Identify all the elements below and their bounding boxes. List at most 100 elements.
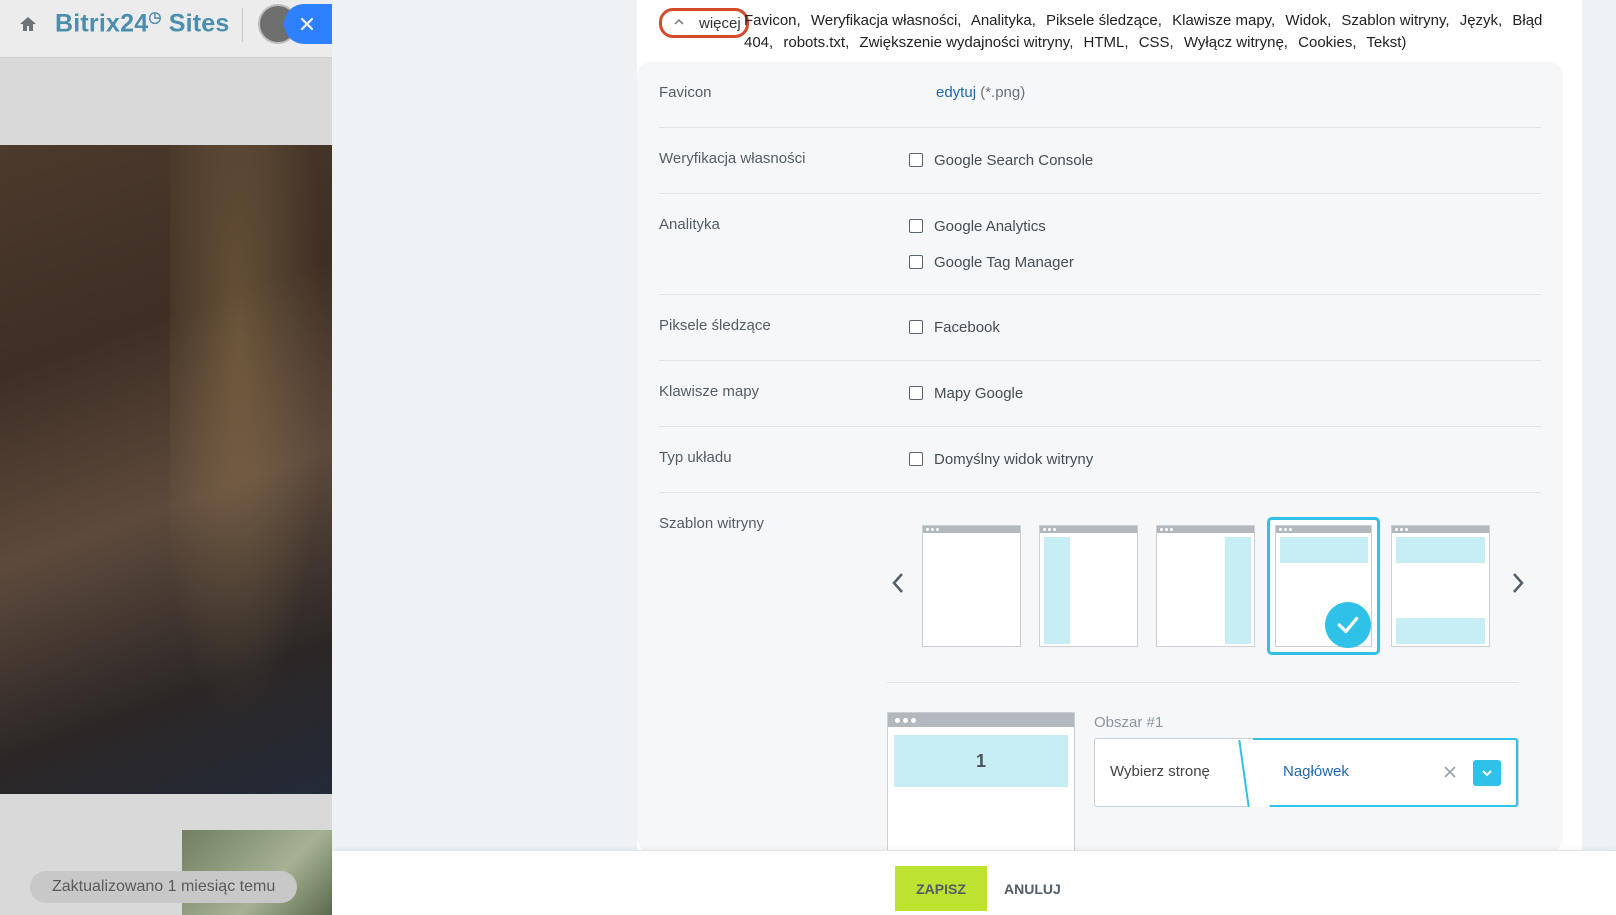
checkbox-google-tag-manager[interactable]: Google Tag Manager xyxy=(909,252,1074,272)
checkbox[interactable] xyxy=(909,255,923,269)
template-sidebar-block xyxy=(1225,537,1251,644)
checkbox-label: Google Analytics xyxy=(934,217,1046,235)
favicon-value: edytuj (*.png) xyxy=(936,84,1025,101)
layout-type-row: Typ układu Domyślny widok witryny xyxy=(659,427,1541,493)
summary-item: robots.txt, xyxy=(783,34,850,51)
summary-item: Wyłącz witrynę, xyxy=(1183,34,1288,51)
analytics-label: Analityka xyxy=(659,216,720,233)
window-dots-icon xyxy=(1279,528,1295,531)
layout-type-options: Domyślny widok witryny xyxy=(909,449,1093,485)
area-label: Obszar #1 xyxy=(1094,714,1164,731)
selected-page-chip[interactable]: Nagłówek xyxy=(1253,738,1518,807)
checkbox[interactable] xyxy=(909,153,923,167)
site-logo[interactable]: Bitrix24◷ Sites xyxy=(55,8,230,38)
summary-item: CSS, xyxy=(1138,34,1174,51)
template-option-5[interactable] xyxy=(1391,525,1490,647)
area-page-select[interactable]: Wybierz stronę Nagłówek xyxy=(1094,738,1519,807)
verification-options: Google Search Console xyxy=(909,150,1093,186)
pixels-label: Piksele śledzące xyxy=(659,317,771,334)
summary-item: Zwiększenie wydajności witryny, xyxy=(859,34,1074,51)
footer-bar: ZAPISZ ANULUJ xyxy=(332,850,1616,915)
template-carousel xyxy=(887,517,1524,657)
summary-item: Weryfikacja własności, xyxy=(810,12,962,29)
analytics-options: Google Analytics Google Tag Manager xyxy=(909,216,1074,288)
cancel-button[interactable]: ANULUJ xyxy=(1004,866,1061,911)
summary-item: Piksele śledzące, xyxy=(1046,12,1162,29)
window-dots-icon xyxy=(895,718,919,736)
window-dots-icon xyxy=(1160,528,1176,531)
checkbox[interactable] xyxy=(909,386,923,400)
template-header-block xyxy=(1396,537,1485,563)
area-zone-1: 1 xyxy=(894,735,1068,787)
favicon-label: Favicon xyxy=(659,84,712,101)
window-dots-icon xyxy=(926,528,942,531)
template-option-4-selected[interactable] xyxy=(1267,517,1380,655)
save-button[interactable]: ZAPISZ xyxy=(895,866,987,911)
summary-item: Favicon, xyxy=(744,12,801,29)
checkmark-icon xyxy=(1325,602,1371,648)
area-divider xyxy=(887,682,1519,683)
checkbox-label: Google Search Console xyxy=(934,151,1094,169)
summary-item: Tekst) xyxy=(1366,34,1407,51)
checkbox[interactable] xyxy=(909,452,923,466)
updated-badge: Zaktualizowano 1 miesiąc temu xyxy=(30,871,298,903)
checkbox-label: Facebook xyxy=(934,318,1000,336)
settings-content: więcej Favicon, Weryfikacja własności, A… xyxy=(637,0,1582,852)
template-header-block xyxy=(1280,537,1368,563)
layout-type-label: Typ układu xyxy=(659,449,732,466)
checkbox-google-maps[interactable]: Mapy Google xyxy=(909,383,1023,403)
checkbox[interactable] xyxy=(909,320,923,334)
summary-item: Klawisze mapy, xyxy=(1172,12,1276,29)
summary-item: HTML, xyxy=(1083,34,1129,51)
more-toggle-button[interactable]: więcej xyxy=(659,8,749,38)
dropdown-button[interactable] xyxy=(1473,760,1501,786)
template-option-3[interactable] xyxy=(1156,525,1255,647)
selected-page-label: Nagłówek xyxy=(1283,763,1349,780)
header-divider xyxy=(242,8,243,42)
checkbox-label: Mapy Google xyxy=(934,384,1024,402)
window-dots-icon xyxy=(1043,528,1059,531)
background-header: Bitrix24◷ Sites xyxy=(0,0,332,58)
checkbox-default-view[interactable]: Domyślny widok witryny xyxy=(909,449,1093,469)
checkbox[interactable] xyxy=(909,219,923,233)
background-photo xyxy=(0,145,332,794)
pixels-row: Piksele śledzące Facebook xyxy=(659,295,1541,361)
more-summary-list: Favicon, Weryfikacja własności, Analityk… xyxy=(744,10,1544,54)
summary-item: Analityka, xyxy=(970,12,1036,29)
settings-card: Favicon edytuj (*.png) Weryfikacja własn… xyxy=(637,62,1563,852)
chevron-right-icon[interactable] xyxy=(1507,569,1529,597)
favicon-hint: (*.png) xyxy=(980,84,1026,101)
map-keys-label: Klawisze mapy xyxy=(659,383,760,400)
window-dots-icon xyxy=(1395,528,1411,531)
logo-text: Bitrix24 xyxy=(55,9,149,38)
favicon-edit-link[interactable]: edytuj xyxy=(936,84,976,101)
choose-page-label: Wybierz stronę xyxy=(1110,763,1210,780)
summary-item: Język, xyxy=(1459,12,1503,29)
verification-label: Weryfikacja własności xyxy=(659,150,806,167)
checkbox-facebook[interactable]: Facebook xyxy=(909,317,1000,337)
template-sidebar-block xyxy=(1044,537,1070,644)
favicon-row: Favicon edytuj (*.png) xyxy=(659,62,1541,128)
area-preview: 1 xyxy=(887,712,1075,852)
checkbox-google-analytics[interactable]: Google Analytics xyxy=(909,216,1074,236)
clear-icon[interactable] xyxy=(1443,765,1457,779)
map-keys-options: Mapy Google xyxy=(909,383,1023,419)
pixels-options: Facebook xyxy=(909,317,1000,353)
settings-slider: więcej Favicon, Weryfikacja własności, A… xyxy=(332,0,1616,915)
more-toggle-label: więcej xyxy=(699,15,741,32)
background-page: Bitrix24◷ Sites Zaktualizowano 1 miesiąc… xyxy=(0,0,332,915)
chevron-left-icon[interactable] xyxy=(887,569,909,597)
close-icon xyxy=(301,18,313,30)
chevron-down-icon xyxy=(1482,770,1492,777)
close-slider-button[interactable] xyxy=(284,4,332,44)
map-keys-row: Klawisze mapy Mapy Google xyxy=(659,361,1541,427)
template-option-1[interactable] xyxy=(922,525,1021,647)
template-option-2[interactable] xyxy=(1039,525,1138,647)
template-footer-block xyxy=(1396,618,1485,644)
checkbox-label: Google Tag Manager xyxy=(934,253,1074,271)
summary-item: Cookies, xyxy=(1298,34,1357,51)
logo-suffix: Sites xyxy=(168,9,230,38)
verification-row: Weryfikacja własności Google Search Cons… xyxy=(659,128,1541,194)
home-icon[interactable] xyxy=(18,14,38,34)
checkbox-google-search-console[interactable]: Google Search Console xyxy=(909,150,1093,170)
